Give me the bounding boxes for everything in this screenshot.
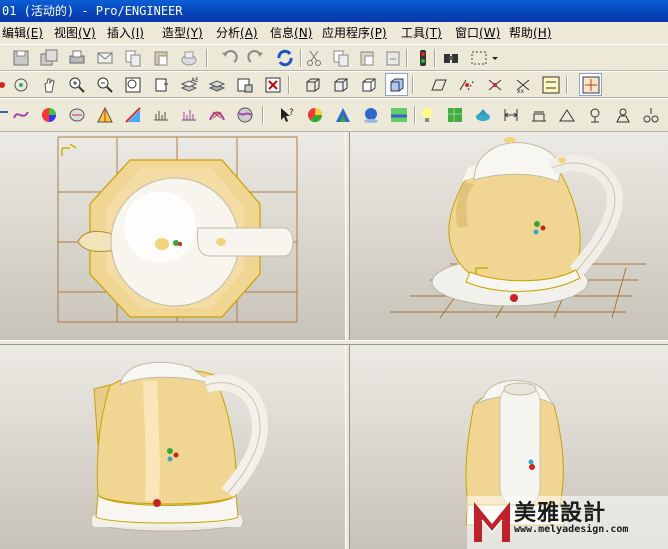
angle-icon[interactable]	[556, 104, 577, 125]
viewport-front-view[interactable]	[0, 345, 345, 549]
perspective-icon[interactable]	[388, 104, 409, 125]
wireframe-icon[interactable]	[302, 74, 323, 95]
draft-icon[interactable]	[94, 104, 115, 125]
pan-icon[interactable]	[38, 74, 59, 95]
menu-help[interactable]: 帮助(H)	[507, 22, 553, 44]
datum-axes-icon[interactable]	[456, 74, 477, 95]
find-icon[interactable]	[440, 47, 461, 68]
style-toolbar: ?	[0, 98, 668, 132]
hidden-line-icon[interactable]	[330, 74, 351, 95]
view-toolbar: AB xx	[0, 71, 668, 98]
menu-bar: 编辑(E) 视图(V) 插入(I) 造型(Y) 分析(A) 信息(N) 应用程序…	[0, 22, 668, 44]
viewport-splitter-horizontal[interactable]	[0, 340, 668, 345]
chevron-down-icon[interactable]	[489, 47, 501, 68]
texture-icon[interactable]	[444, 104, 465, 125]
paste-icon[interactable]	[356, 47, 377, 68]
toolbar-separator	[412, 76, 414, 94]
distance-icon[interactable]	[500, 104, 521, 125]
regenerate-icon[interactable]	[274, 47, 295, 68]
menu-info[interactable]: 信息(N)	[268, 22, 314, 44]
light-icon[interactable]	[416, 104, 437, 125]
color-icon[interactable]	[38, 104, 59, 125]
zoom-out-icon[interactable]	[94, 74, 115, 95]
menu-edit[interactable]: 编辑(E)	[0, 22, 45, 44]
mass-icon[interactable]	[612, 104, 633, 125]
deviation-icon[interactable]	[234, 104, 255, 125]
room-icon[interactable]	[528, 104, 549, 125]
toolbar-separator	[288, 76, 290, 94]
menu-style[interactable]: 造型(Y)	[160, 22, 205, 44]
window-title-bar: 01 (活动的) - Pro/ENGINEER	[0, 0, 668, 22]
melya-logo	[474, 502, 510, 542]
spin-center-icon[interactable]	[579, 73, 602, 96]
selection-box-icon[interactable]	[468, 47, 489, 68]
curve-icon[interactable]	[10, 104, 31, 125]
coordinate-systems-icon[interactable]: xx	[512, 74, 533, 95]
reflection-icon[interactable]	[122, 104, 143, 125]
datum-planes-icon[interactable]	[428, 74, 449, 95]
section-icon[interactable]	[178, 104, 199, 125]
menu-applications[interactable]: 应用程序(P)	[320, 22, 389, 44]
svg-text:AB: AB	[191, 77, 198, 84]
save-copy-icon[interactable]	[38, 47, 59, 68]
toolbar-separator	[262, 106, 264, 124]
spotlight-icon[interactable]	[472, 104, 493, 125]
render-icon[interactable]	[360, 104, 381, 125]
viewport-top-view[interactable]	[0, 132, 345, 340]
refit-icon[interactable]	[122, 74, 143, 95]
svg-text:xx: xx	[517, 88, 525, 94]
toolbar-separator	[566, 76, 568, 94]
toolbar-separator	[434, 49, 436, 67]
redo-icon[interactable]	[245, 47, 266, 68]
curve-icon[interactable]	[0, 104, 8, 125]
zoom-in-icon[interactable]	[66, 74, 87, 95]
undo-icon[interactable]	[218, 47, 239, 68]
traffic-light-icon[interactable]	[412, 47, 433, 68]
copy-icon[interactable]	[122, 47, 143, 68]
menu-view[interactable]: 视图(V)	[52, 22, 98, 44]
measure-icon[interactable]	[640, 104, 661, 125]
window-title: 01 (活动的) - Pro/ENGINEER	[2, 4, 183, 18]
menu-window[interactable]: 窗口(W)	[453, 22, 502, 44]
no-hidden-icon[interactable]	[358, 74, 379, 95]
datum-points-icon[interactable]	[484, 74, 505, 95]
file-edit-toolbar	[0, 44, 668, 71]
menu-analysis[interactable]: 分析(A)	[214, 22, 260, 44]
shading-icon[interactable]	[385, 73, 408, 96]
viewport-iso-view[interactable]	[350, 132, 668, 340]
watermark-url: www.melyadesign.com	[514, 524, 629, 535]
close-window-icon[interactable]	[262, 74, 283, 95]
paste-icon[interactable]	[150, 47, 171, 68]
copy-icon[interactable]	[330, 47, 351, 68]
saved-views-icon[interactable]	[540, 74, 561, 95]
save-icon[interactable]	[10, 47, 31, 68]
spin-center-icon[interactable]	[0, 74, 8, 95]
menu-tools[interactable]: 工具(T)	[399, 22, 444, 44]
offset-icon[interactable]	[206, 104, 227, 125]
svg-text:?: ?	[289, 108, 294, 118]
paste-special-icon[interactable]	[178, 47, 199, 68]
cut-icon[interactable]	[303, 47, 324, 68]
whats-this-icon[interactable]: ?	[276, 104, 297, 125]
toolbar-separator	[206, 49, 208, 67]
appearance-icon[interactable]	[304, 104, 325, 125]
reorient-icon[interactable]	[150, 74, 171, 95]
watermark-brand: 美雅設計	[514, 500, 607, 526]
curvature-icon[interactable]	[150, 104, 171, 125]
model-display-icon[interactable]	[234, 74, 255, 95]
layers-icon[interactable]: AB	[178, 74, 199, 95]
paste-special-icon[interactable]	[382, 47, 403, 68]
print-icon[interactable]	[66, 47, 87, 68]
area-icon[interactable]	[584, 104, 605, 125]
orient-icon[interactable]	[10, 74, 31, 95]
model-display-icon[interactable]	[206, 74, 227, 95]
scene-icon[interactable]	[332, 104, 353, 125]
toolbar-separator	[406, 49, 408, 67]
menu-insert[interactable]: 插入(I)	[105, 22, 146, 44]
toolbar-separator	[300, 49, 302, 67]
send-mail-icon[interactable]	[94, 47, 115, 68]
surface-icon[interactable]	[66, 104, 87, 125]
